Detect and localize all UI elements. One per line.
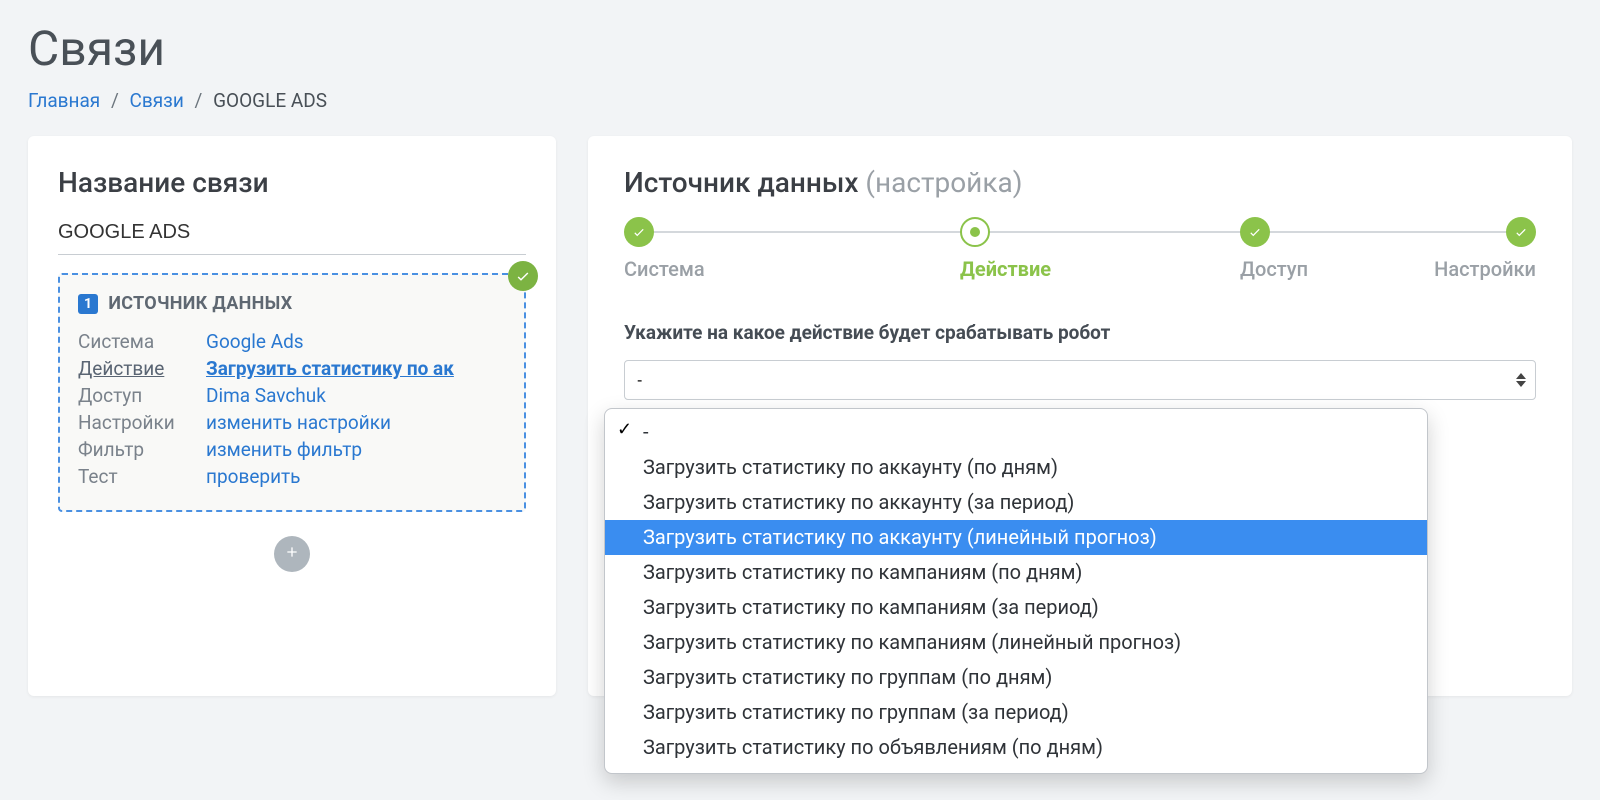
check-icon — [508, 261, 538, 291]
step-system-label: Система — [624, 257, 772, 281]
step-action-label: Действие — [960, 257, 1108, 281]
dropdown-option[interactable]: - — [605, 415, 1427, 450]
add-block-button[interactable] — [274, 536, 310, 572]
row-settings-key: Настройки — [78, 411, 206, 434]
step-access-label: Доступ — [1240, 257, 1388, 281]
check-icon — [1506, 217, 1536, 247]
row-test-key: Тест — [78, 465, 206, 488]
step-action[interactable]: Действие — [772, 217, 1108, 281]
dropdown-option[interactable]: Загрузить статистику по группам (по дням… — [605, 660, 1427, 695]
row-action-key: Действие — [78, 357, 206, 380]
step-access[interactable]: Доступ — [1108, 217, 1388, 281]
plus-icon — [284, 544, 300, 564]
dropdown-option[interactable]: Загрузить статистику по кампаниям (линей… — [605, 625, 1427, 660]
dropdown-option[interactable]: Загрузить статистику по аккаунту (линейн… — [605, 520, 1427, 555]
check-icon — [1240, 217, 1270, 247]
dropdown-option[interactable]: Загрузить статистику по группам (за пери… — [605, 695, 1427, 730]
row-settings: Настройки изменить настройки — [78, 411, 506, 434]
row-action: Действие Загрузить статистику по ак — [78, 357, 506, 380]
row-test: Тест проверить — [78, 465, 506, 488]
row-action-value[interactable]: Загрузить статистику по ак — [206, 357, 454, 380]
row-filter-key: Фильтр — [78, 438, 206, 461]
dropdown-option[interactable]: Загрузить статистику по кампаниям (по дн… — [605, 555, 1427, 590]
current-step-icon — [960, 217, 990, 247]
dropdown-option[interactable]: Загрузить статистику по аккаунту (за пер… — [605, 485, 1427, 520]
breadcrumb-connections[interactable]: Связи — [130, 89, 184, 112]
data-source-settings-title: Источник данных (настройка) — [624, 166, 1536, 199]
action-prompt: Укажите на какое действие будет срабатыв… — [624, 321, 1536, 344]
connection-card-title: Название связи — [58, 166, 526, 199]
stepper: Система Действие Доступ Настройки — [624, 217, 1536, 281]
row-system-key: Система — [78, 330, 206, 353]
step-system[interactable]: Система — [624, 217, 772, 281]
dropdown-option[interactable]: Загрузить статистику по кампаниям (за пе… — [605, 590, 1427, 625]
breadcrumb-current: GOOGLE ADS — [213, 89, 327, 112]
row-filter-value[interactable]: изменить фильтр — [206, 438, 362, 461]
row-access-key: Доступ — [78, 384, 206, 407]
dropdown-option[interactable]: Загрузить статистику по объявлениям (по … — [605, 730, 1427, 765]
page-title: Связи — [28, 20, 1572, 77]
title-main: Источник данных — [624, 166, 858, 199]
action-select[interactable]: -Загрузить статистику по аккаунту (по дн… — [624, 360, 1536, 400]
row-system: Система Google Ads — [78, 330, 506, 353]
breadcrumb: Главная / Связи / GOOGLE ADS — [28, 89, 1572, 112]
row-access: Доступ Dima Savchuk — [78, 384, 506, 407]
action-dropdown-popup: -Загрузить статистику по аккаунту (по дн… — [604, 408, 1428, 774]
data-source-header: 1 ИСТОЧНИК ДАННЫХ — [78, 293, 506, 314]
data-source-block: 1 ИСТОЧНИК ДАННЫХ Система Google Ads Дей… — [58, 273, 526, 512]
action-select-wrap: -Загрузить статистику по аккаунту (по дн… — [624, 360, 1536, 400]
check-icon — [624, 217, 654, 247]
row-test-value[interactable]: проверить — [206, 465, 301, 488]
row-system-value[interactable]: Google Ads — [206, 330, 304, 353]
dropdown-option[interactable]: Загрузить статистику по аккаунту (по дня… — [605, 450, 1427, 485]
data-source-header-label: ИСТОЧНИК ДАННЫХ — [108, 293, 292, 314]
step-number-badge: 1 — [78, 294, 98, 314]
step-settings[interactable]: Настройки — [1388, 217, 1536, 281]
connection-name-input[interactable] — [58, 217, 526, 255]
row-access-value[interactable]: Dima Savchuk — [206, 384, 326, 407]
title-muted: (настройка) — [865, 166, 1022, 199]
step-settings-label: Настройки — [1388, 257, 1536, 281]
row-filter: Фильтр изменить фильтр — [78, 438, 506, 461]
breadcrumb-home[interactable]: Главная — [28, 89, 100, 112]
connection-card: Название связи 1 ИСТОЧНИК ДАННЫХ Система… — [28, 136, 556, 696]
row-settings-value[interactable]: изменить настройки — [206, 411, 391, 434]
